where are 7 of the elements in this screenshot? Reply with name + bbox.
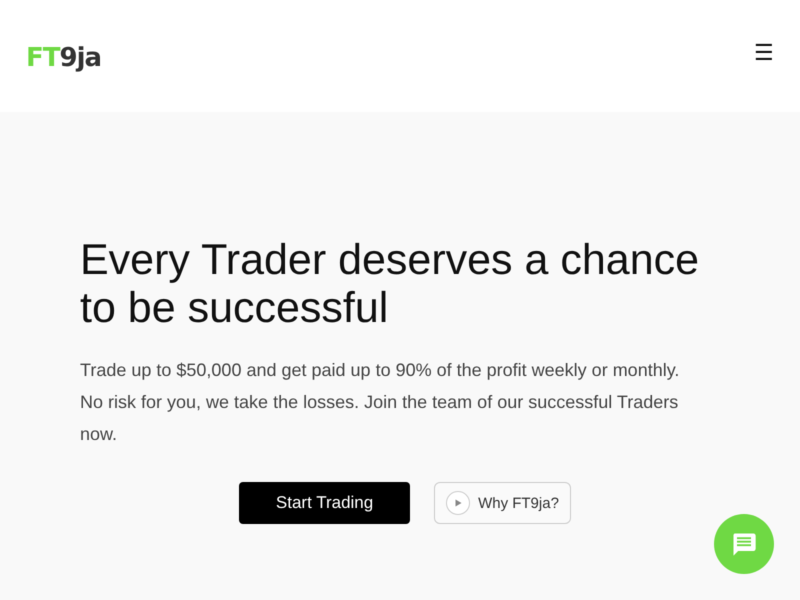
hero-text: Trade up to $50,000 and get paid up to 90% of the profit weekly or monthly. No risk for you, we take the losses. Join the team of our successful Traders now. — [80, 359, 680, 446]
hero-heading: Every Trader deserves a chance to be successful — [80, 236, 700, 332]
video-button[interactable]: Why FT9ja? — [434, 482, 571, 524]
play-icon — [446, 491, 470, 515]
logo[interactable]: FT9ja — [26, 43, 102, 73]
start-trading-button[interactable]: Start Trading — [239, 482, 410, 524]
menu-button[interactable]: ☰ — [754, 40, 774, 66]
